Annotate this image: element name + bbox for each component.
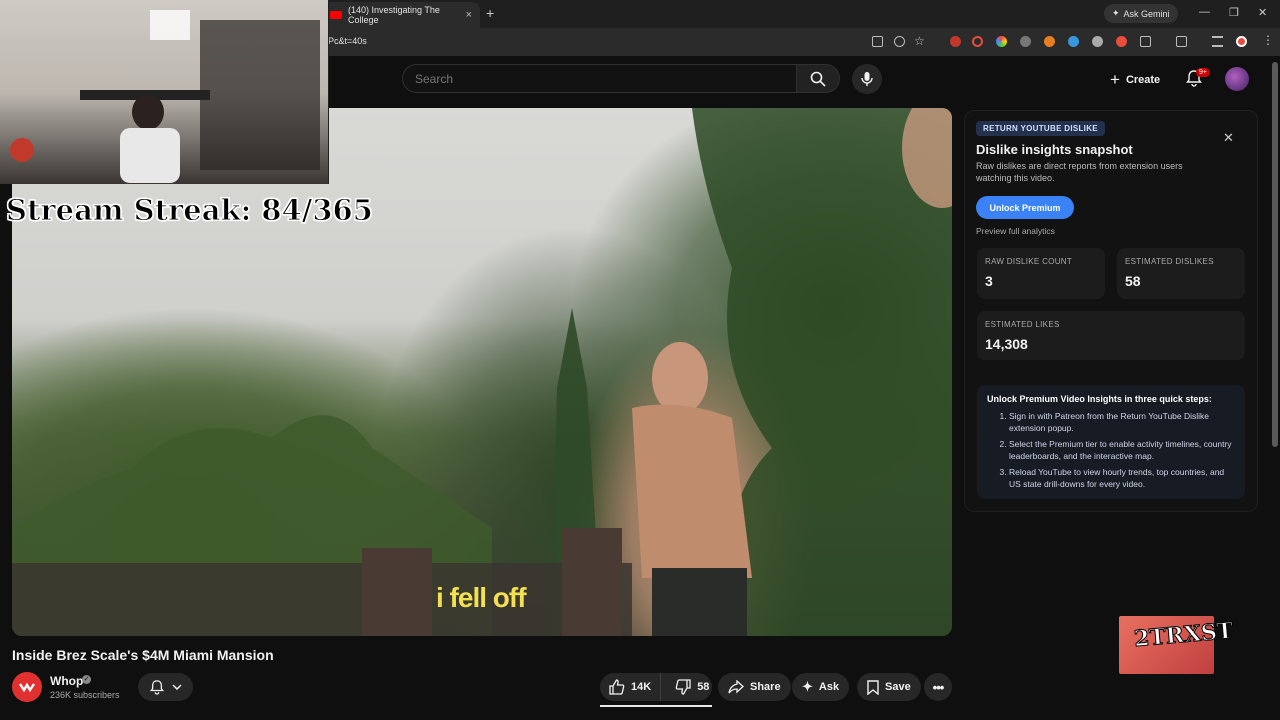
extension-red-icon[interactable]	[1116, 36, 1127, 47]
zoom-icon[interactable]	[894, 36, 905, 47]
search-button[interactable]	[796, 64, 840, 93]
extension-badge: RETURN YOUTUBE DISLIKE	[976, 121, 1105, 136]
panel-title: Dislike insights snapshot	[976, 142, 1133, 157]
dislike-count: 58	[697, 681, 710, 693]
stat-value: 58	[1125, 273, 1141, 289]
minimize-button[interactable]: —	[1199, 6, 1210, 18]
video-subtitle: i fell off	[436, 582, 527, 613]
panel-description: Raw dislikes are direct reports from ext…	[976, 161, 1183, 183]
sidepanel-icon[interactable]	[1176, 36, 1187, 47]
subscription-bell-button[interactable]	[138, 673, 193, 701]
create-label: Create	[1125, 74, 1161, 86]
extension-color-icon[interactable]	[996, 36, 1007, 47]
extension-grey-icon[interactable]	[1092, 36, 1103, 47]
create-button[interactable]: + Create	[1110, 70, 1160, 90]
restore-button[interactable]: ❐	[1229, 6, 1239, 19]
like-dislike-group: 14K 58	[600, 673, 712, 701]
estimated-dislikes-card: ESTIMATED DISLIKES 58	[1117, 248, 1245, 299]
steps-title: Unlock Premium Video Insights in three q…	[987, 394, 1212, 404]
stream-streak-overlay: Stream Streak: 84/365	[6, 193, 374, 228]
stat-label: ESTIMATED LIKES	[985, 320, 1060, 329]
channel-avatar[interactable]	[12, 672, 42, 702]
extension-gear-icon[interactable]	[1020, 36, 1031, 47]
search-icon	[810, 71, 826, 87]
page-scrollbar[interactable]	[1272, 62, 1278, 447]
dislike-button[interactable]: 58	[667, 673, 717, 701]
extensions-puzzle-icon[interactable]	[1140, 36, 1151, 47]
webcam-scene	[10, 10, 320, 183]
chevron-down-icon	[171, 684, 182, 690]
url-text[interactable]: Pc&t=40s	[328, 36, 367, 46]
profile-icon[interactable]	[1236, 36, 1247, 47]
more-horizontal-icon: •••	[932, 679, 945, 695]
preview-analytics-link[interactable]: Preview full analytics	[976, 226, 1055, 236]
search-input[interactable]	[402, 64, 796, 93]
like-ratio-bar	[600, 705, 712, 707]
webcam-overlay	[0, 0, 329, 184]
notifications-badge: 9+	[1196, 68, 1210, 77]
share-arrow-icon	[728, 680, 744, 694]
ask-label: Ask	[818, 681, 840, 693]
account-avatar[interactable]	[1225, 67, 1249, 91]
browser-tab[interactable]: (140) Investigating The College ×	[322, 2, 480, 28]
save-button[interactable]: Save	[857, 673, 921, 701]
close-window-button[interactable]: ✕	[1258, 6, 1267, 19]
plus-icon: +	[1110, 70, 1120, 89]
youtube-favicon-icon	[330, 11, 342, 19]
browser-menu-icon[interactable]: ⋮	[1262, 33, 1274, 47]
ask-gemini-button[interactable]: ✦ Ask Gemini	[1104, 4, 1178, 23]
close-icon[interactable]: ✕	[1223, 130, 1234, 146]
bookmark-star-icon[interactable]: ☆	[914, 34, 925, 48]
video-player[interactable]	[12, 108, 952, 636]
video-title: Inside Brez Scale's $4M Miami Mansion	[12, 647, 274, 663]
bell-icon	[149, 680, 164, 695]
sparkle-icon: ✦	[1112, 8, 1120, 18]
video-frame-scene	[12, 108, 952, 636]
stat-label: ESTIMATED DISLIKES	[1125, 257, 1214, 266]
verified-check-icon: ✓	[82, 675, 91, 684]
stat-label: RAW DISLIKE COUNT	[985, 257, 1073, 266]
cast-icon[interactable]	[872, 36, 883, 47]
ask-button[interactable]: ✦ Ask	[792, 673, 850, 701]
microphone-icon	[861, 72, 873, 86]
sparkle-icon: ✦	[802, 679, 813, 694]
step-item: Sign in with Patreon from the Return You…	[1009, 410, 1235, 434]
thumbs-up-icon	[609, 679, 625, 695]
stat-value: 14,308	[985, 336, 1028, 352]
share-label: Share	[750, 681, 781, 693]
like-count: 14K	[631, 681, 652, 693]
premium-steps-box: Unlock Premium Video Insights in three q…	[977, 385, 1245, 499]
voice-search-button[interactable]	[852, 64, 882, 94]
subscriber-count: 236K subscribers	[50, 690, 120, 700]
extension-blue-icon[interactable]	[1068, 36, 1079, 47]
extension-adblock-icon[interactable]	[950, 36, 961, 47]
extension-orange-icon[interactable]	[1044, 36, 1055, 47]
unlock-premium-button[interactable]: Unlock Premium	[976, 196, 1074, 219]
extension-block-icon[interactable]	[972, 36, 983, 47]
share-button[interactable]: Share	[718, 673, 791, 701]
whop-logo-icon	[19, 682, 35, 693]
thumbs-down-icon	[675, 679, 691, 695]
tab-close-icon[interactable]: ×	[466, 9, 472, 21]
bookmark-icon	[867, 679, 879, 695]
step-item: Select the Premium tier to enable activi…	[1009, 438, 1235, 462]
channel-name[interactable]: Whop	[50, 674, 83, 688]
media-controls-icon[interactable]	[1212, 36, 1223, 47]
save-label: Save	[885, 681, 911, 693]
like-button[interactable]: 14K	[600, 673, 662, 701]
more-actions-button[interactable]: •••	[924, 673, 952, 701]
tab-title: (140) Investigating The College	[348, 5, 440, 25]
ask-gemini-label: Ask Gemini	[1123, 8, 1170, 19]
raw-dislike-card: RAW DISLIKE COUNT 3	[977, 248, 1105, 299]
steps-list: Sign in with Patreon from the Return You…	[987, 410, 1235, 490]
estimated-likes-card: ESTIMATED LIKES 14,308	[977, 311, 1245, 360]
stat-value: 3	[985, 273, 993, 289]
new-tab-button[interactable]: +	[486, 5, 494, 21]
step-item: Reload YouTube to view hourly trends, to…	[1009, 466, 1235, 490]
